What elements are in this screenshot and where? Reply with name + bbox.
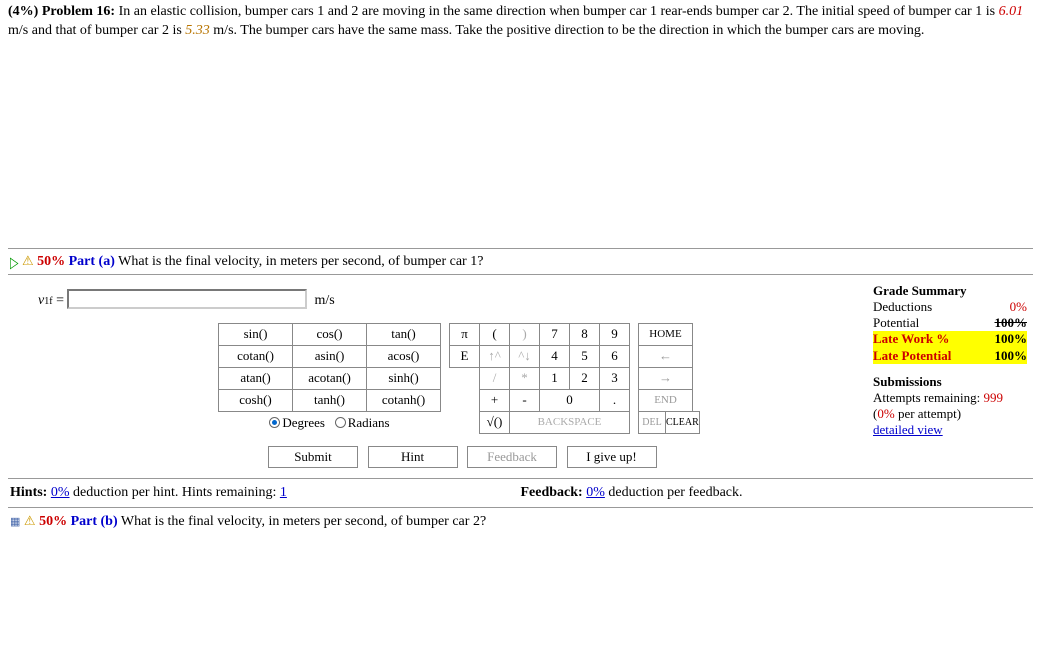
- key-9[interactable]: 9: [600, 323, 630, 345]
- key-5[interactable]: 5: [570, 345, 600, 367]
- warning-icon: ⚠: [22, 253, 34, 268]
- key-3[interactable]: 3: [600, 367, 630, 389]
- figure-spacer: [8, 49, 1033, 249]
- hint-button[interactable]: Hint: [368, 446, 458, 468]
- part-a-weight: 50%: [37, 254, 65, 269]
- key-end[interactable]: END: [639, 389, 693, 411]
- submissions-heading: Submissions: [873, 374, 942, 389]
- fn-tan[interactable]: tan(): [367, 323, 441, 345]
- key-pi[interactable]: π: [450, 323, 480, 345]
- key-lparen[interactable]: (: [480, 323, 510, 345]
- problem-weight: (4%) Problem 16:: [8, 4, 115, 19]
- submit-button[interactable]: Submit: [268, 446, 358, 468]
- key-mul[interactable]: *: [510, 367, 540, 389]
- answer-unit: m/s: [314, 293, 334, 308]
- feedback-button[interactable]: Feedback: [467, 446, 557, 468]
- hints-footer: Hints: 0% deduction per hint. Hints rema…: [10, 483, 521, 503]
- fn-cotanh[interactable]: cotanh(): [367, 389, 441, 411]
- given-v2: 5.33: [185, 23, 210, 38]
- key-e[interactable]: E: [450, 345, 480, 367]
- detailed-view-link[interactable]: detailed view: [873, 422, 943, 437]
- key-backspace[interactable]: BACKSPACE: [510, 411, 630, 433]
- fn-cotan[interactable]: cotan(): [219, 345, 293, 367]
- given-v1: 6.01: [999, 4, 1024, 19]
- fn-cosh[interactable]: cosh(): [219, 389, 293, 411]
- grade-heading: Grade Summary: [873, 283, 967, 298]
- key-6[interactable]: 6: [600, 345, 630, 367]
- key-0[interactable]: 0: [540, 389, 600, 411]
- answer-row: v1f = m/s: [8, 281, 863, 317]
- key-home[interactable]: HOME: [639, 323, 693, 345]
- degrees-radio[interactable]: [269, 417, 280, 428]
- key-div[interactable]: /: [480, 367, 510, 389]
- key-plus[interactable]: +: [480, 389, 510, 411]
- fn-sin[interactable]: sin(): [219, 323, 293, 345]
- fn-acos[interactable]: acos(): [367, 345, 441, 367]
- key-7[interactable]: 7: [540, 323, 570, 345]
- keypad: π ( ) 7 8 9 E ↑^ ^↓ 4 5 6: [449, 323, 630, 434]
- radians-radio[interactable]: [335, 417, 346, 428]
- collapse-square-icon[interactable]: ▦: [10, 516, 20, 528]
- part-b-label: Part (b): [71, 514, 118, 529]
- part-a-label: Part (a): [69, 254, 115, 269]
- key-up[interactable]: ↑^: [480, 345, 510, 367]
- feedback-pct-link[interactable]: 0%: [586, 485, 605, 500]
- part-a-header: ▷ ⚠ 50% Part (a) What is the final veloc…: [8, 249, 1033, 274]
- key-4[interactable]: 4: [540, 345, 570, 367]
- key-dot[interactable]: .: [600, 389, 630, 411]
- part-b-weight: 50%: [39, 514, 67, 529]
- key-8[interactable]: 8: [570, 323, 600, 345]
- fn-sinh[interactable]: sinh(): [367, 367, 441, 389]
- key-sqrt[interactable]: √(): [480, 411, 510, 433]
- hints-pct-link[interactable]: 0%: [51, 485, 70, 500]
- key-rparen[interactable]: ): [510, 323, 540, 345]
- part-b-header: ▦ ⚠ 50% Part (b) What is the final veloc…: [8, 507, 1033, 535]
- key-down[interactable]: ^↓: [510, 345, 540, 367]
- key-2[interactable]: 2: [570, 367, 600, 389]
- fn-tanh[interactable]: tanh(): [293, 389, 367, 411]
- function-pad: sin()cos()tan() cotan()asin()acos() atan…: [218, 323, 441, 434]
- key-minus[interactable]: -: [510, 389, 540, 411]
- expand-triangle-icon[interactable]: ▷: [10, 253, 18, 271]
- giveup-button[interactable]: I give up!: [567, 446, 657, 468]
- fn-asin[interactable]: asin(): [293, 345, 367, 367]
- key-del[interactable]: DEL: [639, 411, 666, 433]
- hints-remaining-link[interactable]: 1: [280, 485, 287, 500]
- feedback-footer: Feedback: 0% deduction per feedback.: [521, 483, 1032, 503]
- fn-acotan[interactable]: acotan(): [293, 367, 367, 389]
- problem-statement: (4%) Problem 16: In an elastic collision…: [8, 3, 1033, 41]
- control-pad: HOME ← → END: [638, 323, 693, 412]
- key-1[interactable]: 1: [540, 367, 570, 389]
- answer-input[interactable]: [67, 289, 307, 309]
- warning-icon: ⚠: [24, 513, 36, 528]
- part-b-question: What is the final velocity, in meters pe…: [121, 514, 486, 529]
- part-a-question: What is the final velocity, in meters pe…: [118, 254, 483, 269]
- key-left[interactable]: ←: [639, 345, 693, 367]
- fn-atan[interactable]: atan(): [219, 367, 293, 389]
- key-clear[interactable]: CLEAR: [666, 411, 700, 433]
- fn-cos[interactable]: cos(): [293, 323, 367, 345]
- key-right[interactable]: →: [639, 367, 693, 389]
- grade-summary: Grade Summary Deductions0% Potential100%…: [863, 281, 1033, 474]
